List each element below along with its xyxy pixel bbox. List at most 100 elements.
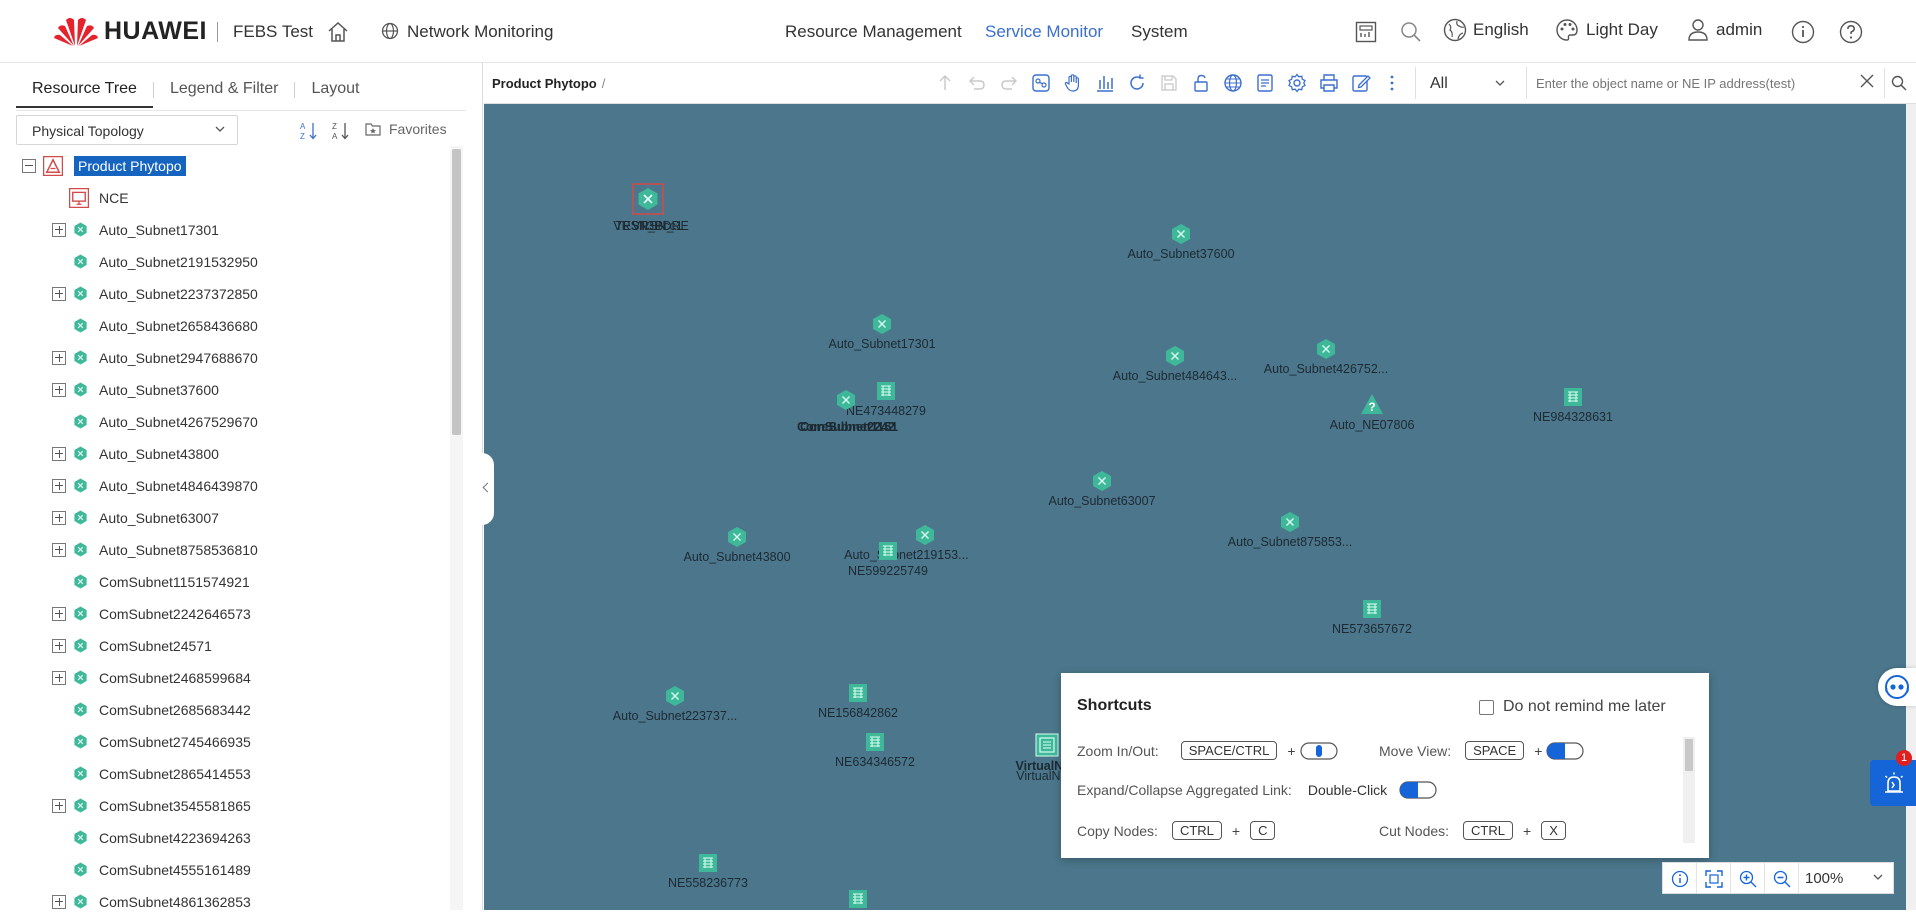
search-icon[interactable]: [1400, 21, 1422, 43]
tree-node-label[interactable]: Auto_Subnet2237372850: [99, 286, 258, 302]
settings-gear-icon[interactable]: [1287, 73, 1307, 93]
expand-icon[interactable]: [52, 543, 66, 557]
dont-remind-checkbox[interactable]: Do not remind me later: [1479, 698, 1666, 716]
tree-row[interactable]: Auto_Subnet2658436680: [0, 310, 450, 342]
tree-row[interactable]: Auto_Subnet4846439870: [0, 470, 450, 502]
sort-ascending-icon[interactable]: A Z: [300, 121, 318, 141]
expand-icon[interactable]: [52, 639, 66, 653]
topology-overview-icon[interactable]: [1031, 73, 1051, 93]
sort-descending-icon[interactable]: Z A: [332, 121, 350, 141]
tree-row[interactable]: ComSubnet4223694263: [0, 822, 450, 854]
tree-row[interactable]: Product Phytopo: [0, 150, 450, 182]
clear-icon[interactable]: [1860, 74, 1874, 88]
tree-node-label[interactable]: NCE: [99, 190, 129, 206]
tree-node-label[interactable]: Auto_Subnet2658436680: [99, 318, 258, 334]
tab-legend-filter[interactable]: Legend & Filter: [154, 79, 295, 109]
network-globe-icon[interactable]: [1223, 73, 1243, 93]
tree-row[interactable]: Auto_Subnet17301: [0, 214, 450, 246]
fit-screen-button[interactable]: [1697, 863, 1731, 893]
expand-icon[interactable]: [52, 223, 66, 237]
tree-row[interactable]: Auto_Subnet2237372850: [0, 278, 450, 310]
zoom-out-button[interactable]: [1765, 863, 1799, 893]
tree-row[interactable]: ComSubnet24571: [0, 630, 450, 662]
tree-node-label[interactable]: ComSubnet2685683442: [99, 702, 251, 718]
object-search-input[interactable]: [1527, 67, 1797, 99]
tree-node-label[interactable]: ComSubnet4861362853: [99, 894, 251, 910]
tree-node-label[interactable]: ComSubnet4555161489: [99, 862, 251, 878]
tree-node-label[interactable]: Auto_Subnet17301: [99, 222, 219, 238]
expand-icon[interactable]: [52, 671, 66, 685]
panel-collapse-handle[interactable]: [481, 453, 494, 525]
tree-node-label[interactable]: Auto_Subnet63007: [99, 510, 219, 526]
tree-row[interactable]: ComSubnet3545581865: [0, 790, 450, 822]
tree-node-label[interactable]: ComSubnet2242646573: [99, 606, 251, 622]
tab-resource-tree[interactable]: Resource Tree: [16, 79, 153, 109]
tree-node-label[interactable]: ComSubnet3545581865: [99, 798, 251, 814]
expand-icon[interactable]: [52, 351, 66, 365]
tree-node-label[interactable]: Auto_Subnet4267529670: [99, 414, 258, 430]
layer-panel-icon[interactable]: [1255, 73, 1275, 93]
tree-row[interactable]: Auto_Subnet43800: [0, 438, 450, 470]
search-button[interactable]: [1884, 68, 1912, 98]
save-icon[interactable]: [1159, 73, 1179, 93]
expand-icon[interactable]: [52, 511, 66, 525]
tree-row[interactable]: ComSubnet1151574921: [0, 566, 450, 598]
tree-row[interactable]: ComSubnet2685683442: [0, 694, 450, 726]
expand-icon[interactable]: [52, 895, 66, 909]
go-up-icon[interactable]: [935, 73, 955, 93]
refresh-icon[interactable]: [1127, 73, 1147, 93]
expand-icon[interactable]: [52, 447, 66, 461]
zoom-in-button[interactable]: [1731, 863, 1765, 893]
language-switch[interactable]: English: [1443, 18, 1529, 42]
tree-node-label[interactable]: Auto_Subnet4846439870: [99, 478, 258, 494]
tree-scrollbar-thumb[interactable]: [452, 149, 461, 435]
tree-node-label[interactable]: Auto_Subnet8758536810: [99, 542, 258, 558]
tree-row[interactable]: Auto_Subnet2191532950: [0, 246, 450, 278]
more-vertical-icon[interactable]: [1382, 73, 1402, 93]
tree-row[interactable]: Auto_Subnet2947688670: [0, 342, 450, 374]
nav-system[interactable]: System: [1131, 22, 1188, 42]
tree-node-label[interactable]: ComSubnet4223694263: [99, 830, 251, 846]
expand-icon[interactable]: [52, 607, 66, 621]
tree-row[interactable]: ComSubnet4555161489: [0, 854, 450, 886]
zoom-level[interactable]: 100%: [1805, 870, 1843, 887]
home-icon[interactable]: [326, 20, 350, 44]
unlock-icon[interactable]: [1191, 73, 1211, 93]
user-menu[interactable]: admin: [1687, 18, 1762, 42]
tree-row[interactable]: ComSubnet2242646573: [0, 598, 450, 630]
nav-service-monitor[interactable]: Service Monitor: [985, 22, 1103, 42]
tree-row[interactable]: Auto_Subnet63007: [0, 502, 450, 534]
shortcuts-scrollbar[interactable]: [1683, 737, 1695, 843]
expand-icon[interactable]: [52, 287, 66, 301]
breadcrumb-item[interactable]: Product Phytopo: [492, 76, 597, 91]
info-icon[interactable]: [1791, 20, 1815, 44]
object-type-filter[interactable]: All: [1415, 67, 1519, 99]
pan-hand-icon[interactable]: [1063, 73, 1083, 93]
tree-row[interactable]: NCE: [0, 182, 450, 214]
checkbox-box[interactable]: [1479, 699, 1494, 715]
topology-type-select[interactable]: Physical Topology: [16, 115, 238, 145]
tree-node-label[interactable]: ComSubnet2745466935: [99, 734, 251, 750]
favorites-button[interactable]: Favorites: [365, 121, 447, 137]
expand-icon[interactable]: [52, 799, 66, 813]
expand-icon[interactable]: [52, 479, 66, 493]
tree-row[interactable]: ComSubnet4861362853: [0, 886, 450, 910]
tree-row[interactable]: ComSubnet2865414553: [0, 758, 450, 790]
tree-row[interactable]: Auto_Subnet4267529670: [0, 406, 450, 438]
help-icon[interactable]: [1839, 20, 1863, 44]
tree-node-label[interactable]: Auto_Subnet2191532950: [99, 254, 258, 270]
assistant-button[interactable]: [1878, 668, 1916, 706]
tree-node-label[interactable]: Auto_Subnet43800: [99, 446, 219, 462]
tree-node-label[interactable]: ComSubnet1151574921: [99, 574, 250, 590]
redo-icon[interactable]: [999, 73, 1019, 93]
undo-icon[interactable]: [967, 73, 987, 93]
chevron-down-icon[interactable]: [1873, 872, 1883, 882]
tree-node-label[interactable]: Product Phytopo: [74, 156, 186, 176]
statistics-icon[interactable]: [1095, 73, 1115, 93]
tree-row[interactable]: Auto_Subnet37600: [0, 374, 450, 406]
tab-layout[interactable]: Layout: [295, 79, 375, 109]
tree-node-label[interactable]: ComSubnet2468599684: [99, 670, 251, 686]
tree-node-label[interactable]: ComSubnet24571: [99, 638, 212, 654]
edit-icon[interactable]: [1351, 73, 1371, 93]
print-icon[interactable]: [1319, 73, 1339, 93]
